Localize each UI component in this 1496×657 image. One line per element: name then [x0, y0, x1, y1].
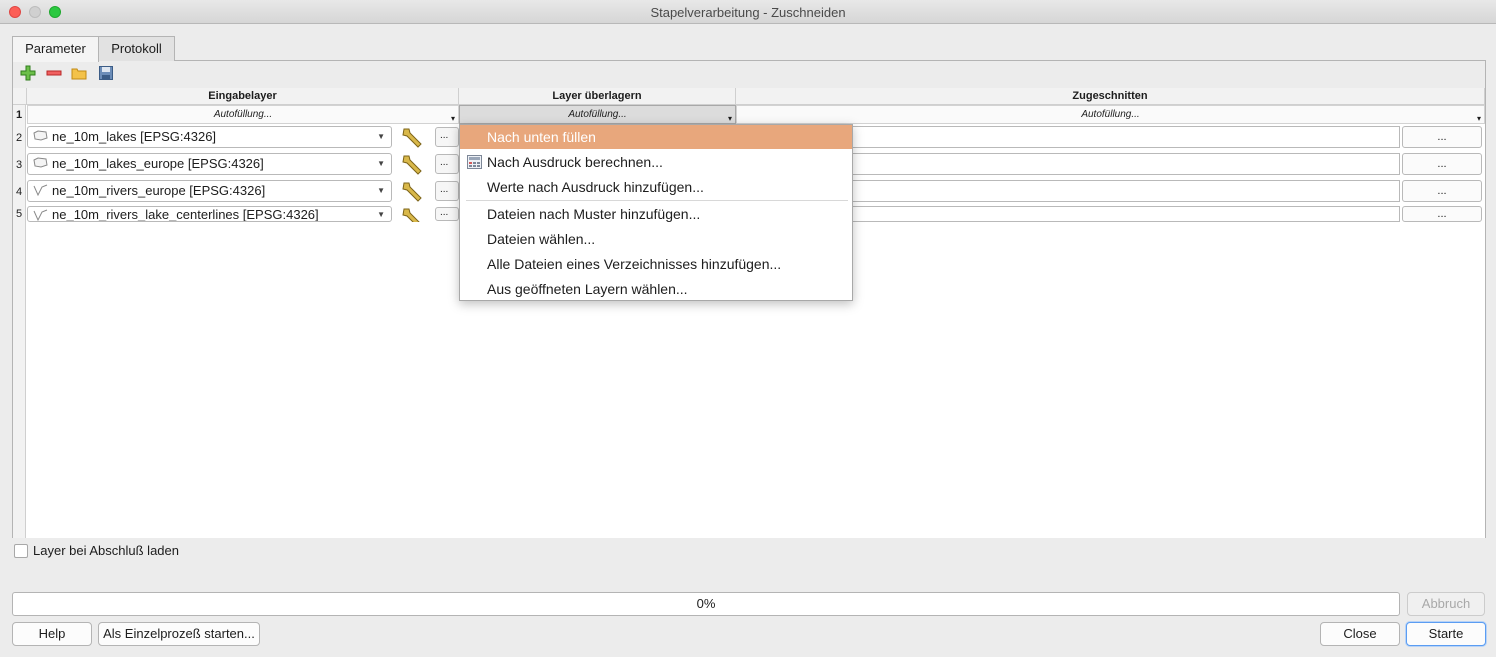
layer-name: ne_10m_rivers_europe [EPSG:4326]: [52, 183, 266, 198]
row-number: 2: [13, 126, 26, 148]
browse-label: ...: [440, 130, 449, 141]
close-button[interactable]: Close: [1320, 622, 1400, 646]
menu-separator: [466, 200, 848, 201]
wrench-icon[interactable]: [400, 126, 426, 148]
autofill-menu: Nach unten füllen Nach Ausdruck berechne…: [459, 124, 853, 301]
chevron-down-icon: ▾: [450, 114, 455, 123]
row-number: 3: [13, 153, 26, 175]
calculator-icon: [467, 155, 482, 169]
row-number: 4: [13, 180, 26, 202]
browse-button-small[interactable]: ...: [435, 181, 459, 201]
layer-combobox[interactable]: ne_10m_lakes [EPSG:4326] ▼: [27, 126, 392, 148]
corner-header: [13, 88, 27, 105]
menu-item-add-values-by-expression[interactable]: Werte nach Ausdruck hinzufügen...: [460, 175, 852, 199]
menu-item-calculate-by-expression[interactable]: Nach Ausdruck berechnen...: [460, 150, 852, 174]
wrench-icon[interactable]: [400, 180, 426, 202]
browse-label: ...: [440, 184, 449, 195]
menu-item-add-files-by-pattern[interactable]: Dateien nach Muster hinzufügen...: [460, 202, 852, 226]
autofill-button-eingabelayer[interactable]: Autofüllung... ▾: [27, 105, 459, 124]
chevron-down-icon: ▼: [377, 210, 385, 219]
output-browse-button[interactable]: ...: [1402, 126, 1482, 148]
browse-button-small[interactable]: ...: [435, 154, 459, 174]
browse-button-small[interactable]: ...: [435, 127, 459, 147]
save-icon[interactable]: [98, 65, 114, 81]
column-header-layer-ueberlagern[interactable]: Layer überlagern: [459, 88, 736, 105]
row-number: 5: [13, 206, 26, 222]
window-title: Stapelverarbeitung - Zuschneiden: [650, 5, 846, 20]
column-header-zugeschnitten[interactable]: Zugeschnitten: [736, 88, 1485, 105]
layer-combobox[interactable]: ne_10m_rivers_europe [EPSG:4326] ▼: [27, 180, 392, 202]
output-path-field[interactable]: [852, 153, 1400, 175]
load-layers-label: Layer bei Abschluß laden: [33, 543, 179, 558]
layer-name: ne_10m_lakes [EPSG:4326]: [52, 129, 217, 144]
open-folder-icon[interactable]: [71, 65, 87, 81]
autofill-label: Autofüllung...: [568, 109, 627, 120]
start-button[interactable]: Starte: [1406, 622, 1486, 646]
menu-item-add-all-files-in-directory[interactable]: Alle Dateien eines Verzeichnisses hinzuf…: [460, 252, 852, 276]
title-bar: Stapelverarbeitung - Zuschneiden: [0, 0, 1496, 24]
load-layers-checkbox[interactable]: [14, 544, 28, 558]
output-path-field[interactable]: [852, 126, 1400, 148]
layer-combobox[interactable]: ne_10m_lakes_europe [EPSG:4326] ▼: [27, 153, 392, 175]
layer-combobox[interactable]: ne_10m_rivers_lake_centerlines [EPSG:432…: [27, 206, 392, 222]
autofill-button-layer-ueberlagern[interactable]: Autofüllung... ▾: [459, 105, 736, 124]
layer-name: ne_10m_rivers_lake_centerlines [EPSG:432…: [52, 207, 319, 222]
run-as-single-process-button[interactable]: Als Einzelprozeß starten...: [98, 622, 260, 646]
column-header-eingabelayer[interactable]: Eingabelayer: [27, 88, 459, 105]
menu-item-label: Nach Ausdruck berechnen...: [487, 154, 663, 170]
line-layer-icon: [33, 184, 48, 196]
autofill-label: Autofüllung...: [1081, 109, 1140, 120]
row-number: 1: [13, 106, 26, 124]
tab-protokoll[interactable]: Protokoll: [98, 36, 175, 61]
layer-name: ne_10m_lakes_europe [EPSG:4326]: [52, 156, 264, 171]
output-path-field[interactable]: [852, 180, 1400, 202]
output-browse-button[interactable]: ...: [1402, 153, 1482, 175]
browse-label: ...: [440, 157, 449, 168]
add-row-icon[interactable]: [20, 65, 36, 81]
chevron-down-icon: ▼: [377, 132, 385, 141]
abort-button[interactable]: Abbruch: [1407, 592, 1485, 616]
remove-row-icon[interactable]: [46, 65, 62, 81]
help-button[interactable]: Help: [12, 622, 92, 646]
output-path-field[interactable]: [852, 206, 1400, 222]
menu-item-select-from-open-layers[interactable]: Aus geöffneten Layern wählen...: [460, 277, 852, 301]
polygon-layer-icon: [33, 157, 48, 168]
wrench-icon[interactable]: [400, 206, 426, 222]
tab-parameter[interactable]: Parameter: [12, 36, 99, 62]
progress-bar: 0%: [12, 592, 1400, 616]
menu-item-fill-down[interactable]: Nach unten füllen: [460, 125, 852, 149]
chevron-down-icon: ▼: [377, 159, 385, 168]
chevron-down-icon: ▼: [377, 186, 385, 195]
browse-button-small[interactable]: ...: [435, 207, 459, 221]
menu-item-select-files[interactable]: Dateien wählen...: [460, 227, 852, 251]
output-browse-button[interactable]: ...: [1402, 180, 1482, 202]
line-layer-icon: [33, 209, 48, 221]
wrench-icon[interactable]: [400, 153, 426, 175]
autofill-button-zugeschnitten[interactable]: Autofüllung... ▾: [736, 105, 1485, 124]
autofill-label: Autofüllung...: [213, 109, 273, 120]
output-browse-button[interactable]: ...: [1402, 206, 1482, 222]
polygon-layer-icon: [33, 130, 48, 141]
browse-label: ...: [440, 207, 449, 218]
